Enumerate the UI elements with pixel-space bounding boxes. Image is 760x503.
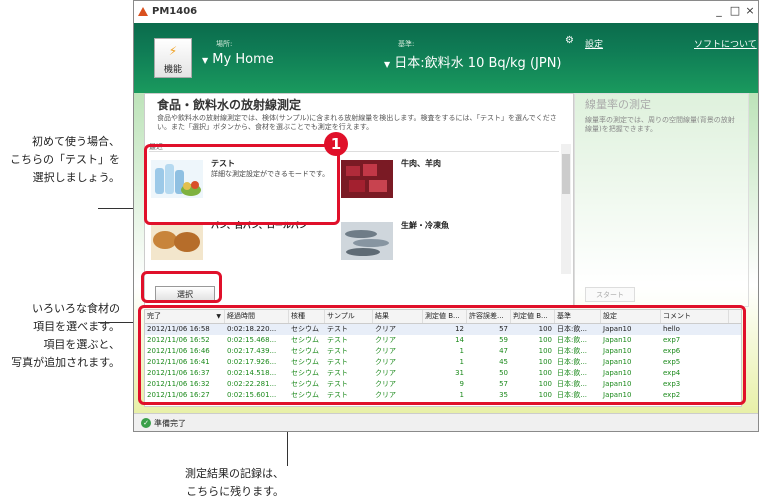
callout-line: 項目を選べます。 [33,320,120,333]
beef-image [341,160,393,198]
bread-image [151,222,203,260]
highlight-select-button [141,271,222,303]
function-button[interactable]: ⚡ 機能 [154,38,192,78]
app-logo-icon [138,7,148,16]
close-button[interactable]: × [743,4,757,17]
dose-rate-panel: 線量率の測定 線量率の測定では、周りの空間線量(背景の放射線量)を把握できます。… [574,93,749,307]
settings-link[interactable]: 設定 [585,37,603,50]
step-badge: 1 [324,132,348,156]
scrollbar-thumb[interactable] [562,154,570,194]
callout-line: 測定結果の記録は、 [185,467,284,480]
about-link[interactable]: ソフトについて [694,37,757,50]
callout-line: 項目を選ぶと、 [43,338,120,351]
standard-label: 基準: [398,40,415,48]
standard-value: 日本:飲料水 10 Bq/kg (JPN) [394,56,562,71]
check-icon: ✓ [141,418,151,428]
highlight-results-table [138,305,746,405]
callout-line: こちらの「テスト」を [10,153,120,166]
standard-dropdown[interactable]: ▼ 日本:飲料水 10 Bq/kg (JPN) [384,52,562,71]
highlight-test-item [144,144,340,225]
dropdown-arrow-icon: ▼ [202,56,209,65]
start-button[interactable]: スタート [585,287,635,302]
food-item-name: 牛肉、羊肉 [401,159,441,168]
fish-image [341,222,393,260]
status-text: 準備完了 [154,419,186,428]
food-item-beef[interactable]: 牛肉、羊肉 [341,156,541,204]
food-panel-title: 食品・飲料水の放射線測定 [157,98,302,112]
title-bar: PM1406 _ □ × [134,1,758,24]
location-label: 場所: [216,40,233,48]
lightning-icon: ⚡ [168,44,178,58]
food-item-fish[interactable]: 生鮮・冷凍魚 [341,218,541,266]
location-value: My Home [212,52,274,67]
dose-panel-description: 線量率の測定では、周りの空間線量(背景の放射線量)を把握できます。 [585,116,735,133]
food-panel-description: 食品や飲料水の放射線測定では、検体(サンプル)に含まれる放射線量を検出します。検… [157,114,557,131]
app-header: ⚡ 機能 場所: ▼ My Home 基準: ▼ 日本:飲料水 10 Bq/kg… [134,23,758,93]
callout-food-select: いろいろな食材の 項目を選べます。 項目を選ぶと、 写真が追加されます。 [11,300,120,372]
maximize-button[interactable]: □ [728,4,742,17]
minimize-button[interactable]: _ [712,4,726,17]
callout-results: 測定結果の記録は、 こちらに残ります。 [185,465,284,501]
callout-first-time: 初めて使う場合、 こちらの「テスト」を 選択しましょう。 [10,133,120,187]
food-list-scrollbar[interactable] [561,144,571,274]
dropdown-arrow-icon: ▼ [384,60,391,69]
food-item-bread[interactable]: パン、白パン、ロールパン [151,218,341,266]
food-item-name: 生鮮・冷凍魚 [401,221,449,230]
callout-line: こちらに残ります。 [186,485,284,498]
location-dropdown[interactable]: ▼ My Home [202,52,274,67]
window-title: PM1406 [152,6,198,17]
function-button-label: 機能 [163,65,182,75]
status-bar: ✓ 準備完了 [134,413,758,431]
callout-line: いろいろな食材の [32,302,120,315]
callout-line: 選択しましょう。 [32,171,120,184]
callout-line: 初めて使う場合、 [32,135,120,148]
gear-icon: ⚙ [565,35,574,46]
dose-panel-title: 線量率の測定 [585,98,651,111]
callout-line: 写真が追加されます。 [11,356,120,369]
